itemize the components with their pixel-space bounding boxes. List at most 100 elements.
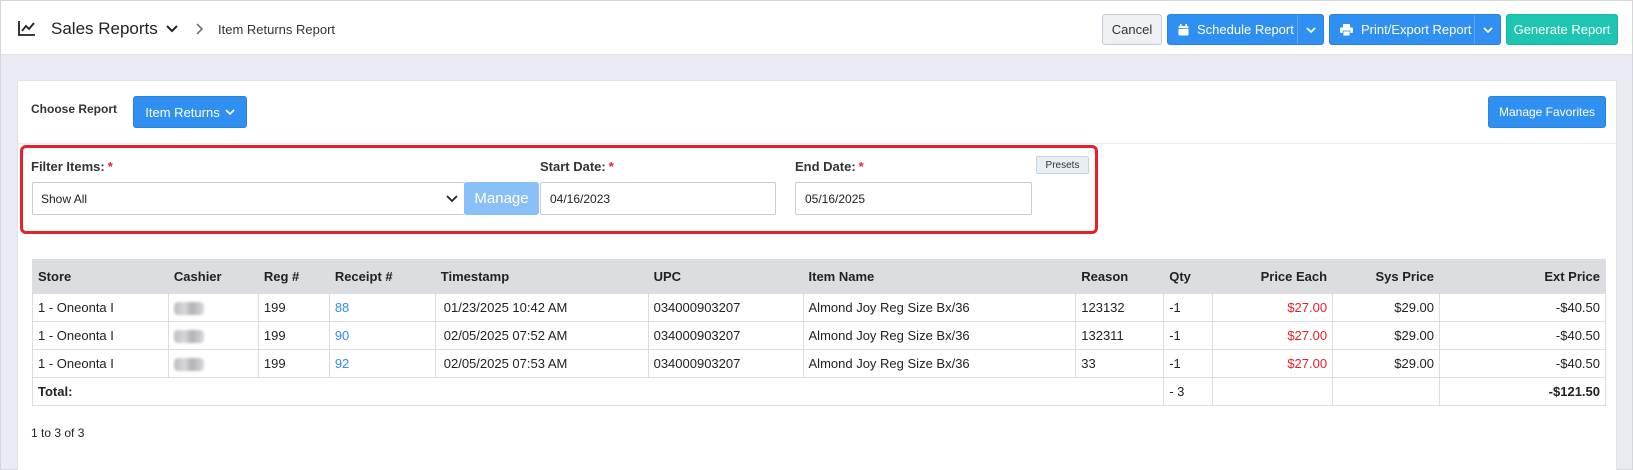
cancel-button-label: Cancel bbox=[1111, 22, 1153, 37]
column-header-item-name[interactable]: Item Name bbox=[802, 259, 1077, 294]
manage-filter-label: Manage bbox=[474, 190, 529, 207]
cell-ext-price: -$40.50 bbox=[1439, 349, 1606, 378]
print-dropdown-toggle[interactable] bbox=[1474, 15, 1500, 44]
manage-favorites-label: Manage Favorites bbox=[1498, 105, 1596, 119]
column-header-store[interactable]: Store bbox=[32, 259, 169, 294]
end-date-label: End Date: * bbox=[795, 159, 864, 174]
column-header-price-each[interactable]: Price Each bbox=[1212, 259, 1334, 294]
cell-reason: 132311 bbox=[1075, 321, 1165, 350]
chevron-down-icon[interactable] bbox=[165, 23, 179, 35]
choose-report-label: Choose Report bbox=[31, 102, 118, 116]
generate-report-button[interactable]: Generate Report bbox=[1506, 14, 1618, 45]
cancel-button[interactable]: Cancel bbox=[1102, 14, 1162, 45]
column-header-ext-price[interactable]: Ext Price bbox=[1439, 259, 1606, 294]
cell-timestamp: 01/23/2025 10:42 AM bbox=[434, 293, 649, 322]
cell-upc: 034000903207 bbox=[647, 321, 804, 350]
chevron-down-icon bbox=[446, 195, 458, 203]
schedule-dropdown-toggle[interactable] bbox=[1297, 15, 1323, 44]
cell-qty: -1 bbox=[1163, 293, 1214, 322]
presets-button[interactable]: Presets bbox=[1036, 156, 1089, 174]
calendar-icon bbox=[1178, 23, 1189, 35]
receipt-link[interactable]: 88 bbox=[328, 293, 436, 322]
redacted-cashier bbox=[173, 358, 204, 372]
cell-item-name: Almond Joy Reg Size Bx/36 bbox=[802, 349, 1077, 378]
manage-favorites-button[interactable]: Manage Favorites bbox=[1488, 96, 1606, 128]
cell-reg: 199 bbox=[257, 321, 330, 350]
cell-reason: 33 bbox=[1075, 349, 1165, 378]
cell-reg: 199 bbox=[257, 293, 330, 322]
column-header-sys-price[interactable]: Sys Price bbox=[1332, 259, 1441, 294]
cell-item-name: Almond Joy Reg Size Bx/36 bbox=[802, 293, 1077, 322]
printer-icon bbox=[1340, 23, 1353, 36]
report-panel: Choose Report Item Returns Manage Favori… bbox=[17, 80, 1617, 470]
total-ext-price: -$121.50 bbox=[1439, 377, 1606, 406]
start-date-label: Start Date: * bbox=[540, 159, 614, 174]
cell-price-each: $27.00 bbox=[1212, 349, 1334, 378]
cell-store: 1 - Oneonta I bbox=[32, 321, 169, 350]
chevron-down-icon bbox=[1482, 26, 1493, 33]
table-total-row: Total: - 3 -$121.50 bbox=[31, 377, 1606, 406]
cell-price-each: $27.00 bbox=[1212, 293, 1334, 322]
required-mark: * bbox=[608, 159, 614, 174]
report-selector-button[interactable]: Item Returns bbox=[133, 96, 247, 128]
total-empty-cell bbox=[1212, 377, 1334, 406]
cell-sys-price: $29.00 bbox=[1332, 321, 1441, 350]
start-date-input[interactable]: 04/16/2023 bbox=[540, 182, 776, 215]
total-empty-cell bbox=[1332, 377, 1441, 406]
receipt-link[interactable]: 92 bbox=[328, 349, 436, 378]
start-date-value: 04/16/2023 bbox=[550, 191, 611, 206]
print-export-label: Print/Export Report bbox=[1361, 22, 1472, 37]
chevron-down-icon bbox=[1305, 26, 1316, 33]
cell-ext-price: -$40.50 bbox=[1439, 321, 1606, 350]
cell-qty: -1 bbox=[1163, 349, 1214, 378]
total-qty: - 3 bbox=[1163, 377, 1214, 406]
schedule-report-label: Schedule Report bbox=[1197, 22, 1294, 37]
column-header-reason[interactable]: Reason bbox=[1075, 259, 1165, 294]
pagination-info: 1 to 3 of 3 bbox=[31, 426, 84, 440]
divider bbox=[18, 143, 1616, 144]
column-header-receipt[interactable]: Receipt # bbox=[328, 259, 436, 294]
schedule-report-button[interactable]: Schedule Report bbox=[1167, 14, 1324, 45]
manage-filter-button[interactable]: Manage bbox=[464, 182, 539, 215]
cell-upc: 034000903207 bbox=[647, 349, 804, 378]
cell-store: 1 - Oneonta I bbox=[32, 349, 169, 378]
pagination-text: 1 to 3 of 3 bbox=[31, 426, 85, 440]
chevron-right-icon bbox=[196, 23, 204, 35]
table-header-row: Store Cashier Reg # Receipt # Timestamp … bbox=[32, 259, 1606, 294]
end-date-input[interactable]: 05/16/2025 bbox=[795, 182, 1032, 215]
filter-items-label: Filter Items: * bbox=[31, 159, 113, 174]
cell-item-name: Almond Joy Reg Size Bx/36 bbox=[802, 321, 1077, 350]
cell-cashier bbox=[167, 349, 259, 378]
column-header-qty[interactable]: Qty bbox=[1163, 259, 1214, 294]
required-mark: * bbox=[858, 159, 864, 174]
cell-reg: 199 bbox=[257, 349, 330, 378]
cell-sys-price: $29.00 bbox=[1332, 293, 1441, 322]
breadcrumb: Item Returns Report bbox=[218, 22, 336, 37]
top-bar: Sales Reports Item Returns Report Cancel… bbox=[1, 1, 1632, 55]
start-date-text: Start Date: bbox=[540, 159, 606, 174]
line-chart-icon bbox=[18, 21, 35, 36]
end-date-text: End Date: bbox=[795, 159, 856, 174]
required-mark: * bbox=[107, 159, 113, 174]
cell-sys-price: $29.00 bbox=[1332, 349, 1441, 378]
filter-items-select[interactable]: Show All bbox=[32, 182, 465, 215]
table-row: 1 - Oneonta I 199 90 02/05/2025 07:52 AM… bbox=[32, 321, 1606, 350]
cell-qty: -1 bbox=[1163, 321, 1214, 350]
column-header-reg[interactable]: Reg # bbox=[257, 259, 330, 294]
redacted-cashier bbox=[173, 302, 204, 316]
column-header-timestamp[interactable]: Timestamp bbox=[434, 259, 649, 294]
cell-upc: 034000903207 bbox=[647, 293, 804, 322]
total-label: Total: bbox=[31, 377, 1165, 406]
cell-cashier bbox=[167, 321, 259, 350]
print-export-button[interactable]: Print/Export Report bbox=[1329, 14, 1501, 45]
receipt-link[interactable]: 90 bbox=[328, 321, 436, 350]
cell-reason: 123132 bbox=[1075, 293, 1165, 322]
column-header-cashier[interactable]: Cashier bbox=[167, 259, 259, 294]
cell-cashier bbox=[167, 293, 259, 322]
app-title[interactable]: Sales Reports bbox=[51, 19, 158, 39]
column-header-upc[interactable]: UPC bbox=[647, 259, 804, 294]
table-row: 1 - Oneonta I 199 88 01/23/2025 10:42 AM… bbox=[32, 293, 1606, 322]
cell-store: 1 - Oneonta I bbox=[32, 293, 169, 322]
report-selector-label: Item Returns bbox=[145, 104, 220, 120]
generate-report-label: Generate Report bbox=[1513, 22, 1611, 37]
